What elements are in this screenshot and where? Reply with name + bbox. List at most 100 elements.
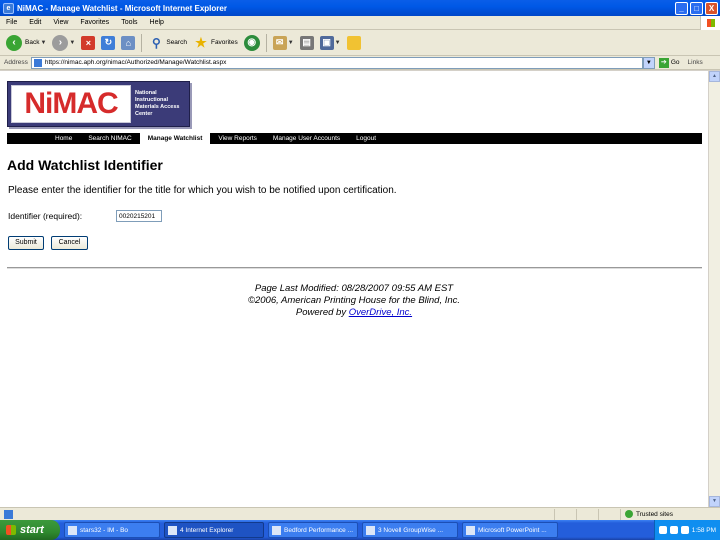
page-icon xyxy=(33,58,42,67)
submit-button[interactable]: Submit xyxy=(8,236,44,250)
trusted-sites-icon xyxy=(625,510,633,518)
security-zone: Trusted sites xyxy=(620,508,720,520)
mail-button[interactable]: ✉ ▼ xyxy=(270,33,297,53)
back-button[interactable]: ‹ Back ▼ xyxy=(3,33,49,53)
powered-by-line: Powered by OverDrive, Inc. xyxy=(0,307,708,319)
windows-logo-icon xyxy=(6,525,16,535)
scroll-up-icon[interactable]: ▲ xyxy=(709,71,720,82)
edit-button[interactable]: ▣ ▼ xyxy=(317,33,344,53)
media-button[interactable]: ◉ xyxy=(241,33,263,53)
taskbar-item-groupwise[interactable]: 3 Novell GroupWise ... xyxy=(362,522,458,538)
go-label: Go xyxy=(670,59,680,66)
maximize-button[interactable]: □ xyxy=(690,1,703,15)
printer-icon: ▤ xyxy=(299,35,314,50)
toolbar-divider xyxy=(141,33,143,52)
page-footer: Page Last Modified: 08/28/2007 09:55 AM … xyxy=(0,283,708,319)
menu-edit[interactable]: Edit xyxy=(23,19,47,26)
menu-favorites[interactable]: Favorites xyxy=(74,19,115,26)
windows-logo-icon xyxy=(700,15,720,30)
site-nav: Home Search NIMAC Manage Watchlist View … xyxy=(7,133,702,144)
refresh-icon: ↻ xyxy=(101,35,116,50)
forward-dropdown-icon[interactable]: ▼ xyxy=(69,40,75,46)
folder-icon xyxy=(346,35,361,50)
overdrive-link[interactable]: OverDrive, Inc. xyxy=(349,307,412,318)
folder-button[interactable] xyxy=(344,33,364,53)
page-status-icon xyxy=(4,509,13,519)
clock[interactable]: 1:58 PM xyxy=(692,527,716,534)
edit-icon: ▣ xyxy=(319,35,334,50)
taskbar-item-label: stars32 - IM - Bo xyxy=(80,526,129,534)
minimize-button[interactable]: _ xyxy=(675,1,688,15)
ie-icon: e xyxy=(3,2,14,14)
copyright-text: ©2006, American Printing House for the B… xyxy=(247,295,461,306)
address-dropdown-icon[interactable]: ▼ xyxy=(642,56,655,69)
star-icon: ★ xyxy=(195,34,207,50)
logo-subtitle: National Instructional Materials Access … xyxy=(135,90,180,117)
media-icon: ◉ xyxy=(243,34,260,51)
status-bar: Trusted sites xyxy=(0,507,720,520)
powerpoint-icon xyxy=(466,525,475,535)
close-button[interactable]: X xyxy=(705,1,718,15)
menu-bar: File Edit View Favorites Tools Help xyxy=(0,15,720,30)
taskbar-item-internet-explorer[interactable]: 4 Internet Explorer xyxy=(164,522,264,538)
back-label: Back xyxy=(25,39,40,46)
scroll-down-icon[interactable]: ▼ xyxy=(709,496,720,507)
search-icon: ⚲ xyxy=(151,35,161,50)
print-button[interactable]: ▤ xyxy=(297,33,317,53)
address-input[interactable]: https://nimac.aph.org/nimac/Authorized/M… xyxy=(30,56,643,69)
address-bar: Address https://nimac.aph.org/nimac/Auth… xyxy=(0,56,720,70)
status-cell xyxy=(576,508,598,520)
edit-dropdown-icon[interactable]: ▼ xyxy=(335,40,341,46)
stop-icon: × xyxy=(81,35,96,50)
home-button[interactable]: ⌂ xyxy=(118,33,138,53)
menu-view[interactable]: View xyxy=(47,19,74,26)
go-button[interactable]: ➔ Go xyxy=(658,57,680,68)
groupwise-icon xyxy=(366,525,375,535)
search-label: Search xyxy=(166,39,187,46)
address-url: https://nimac.aph.org/nimac/Authorized/M… xyxy=(44,59,227,66)
menu-help[interactable]: Help xyxy=(144,19,170,26)
menu-tools[interactable]: Tools xyxy=(115,19,143,26)
page-title: Add Watchlist Identifier xyxy=(7,157,163,173)
taskbar-item-bedford[interactable]: Bedford Performance ... xyxy=(268,522,358,538)
nav-search-nimac[interactable]: Search NIMAC xyxy=(80,133,139,144)
vertical-scrollbar[interactable]: ▲ ▼ xyxy=(708,71,720,507)
nav-manage-user-accounts[interactable]: Manage User Accounts xyxy=(265,133,348,144)
favorites-button[interactable]: ★ Favorites xyxy=(190,33,241,53)
tray-icon[interactable] xyxy=(658,526,667,534)
nav-home[interactable]: Home xyxy=(47,133,80,144)
tray-icon[interactable] xyxy=(669,526,678,534)
search-button[interactable]: ⚲ Search xyxy=(145,33,190,53)
browser-toolbar: ‹ Back ▼ › ▼ × ↻ ⌂ ⚲ Search ★ Favorites … xyxy=(0,30,720,56)
menu-file[interactable]: File xyxy=(0,19,23,26)
mail-dropdown-icon[interactable]: ▼ xyxy=(288,40,294,46)
nav-view-reports[interactable]: View Reports xyxy=(210,133,265,144)
taskbar-item-stars32[interactable]: stars32 - IM - Bo xyxy=(64,522,160,538)
cancel-button[interactable]: Cancel xyxy=(51,236,88,250)
status-cell xyxy=(598,508,620,520)
stop-button[interactable]: × xyxy=(78,33,98,53)
window-title-bar: e NiMAC - Manage Watchlist - Microsoft I… xyxy=(0,0,720,16)
status-cell xyxy=(554,508,576,520)
nav-logout[interactable]: Logout xyxy=(348,133,384,144)
powered-by-text: Powered by xyxy=(295,307,347,318)
refresh-button[interactable]: ↻ xyxy=(98,33,118,53)
tray-icon[interactable] xyxy=(680,526,689,534)
taskbar-item-label: Bedford Performance ... xyxy=(284,526,354,534)
system-tray: 1:58 PM xyxy=(653,520,720,540)
zone-label: Trusted sites xyxy=(636,510,673,518)
taskbar-item-label: 4 Internet Explorer xyxy=(180,526,234,534)
app-icon xyxy=(68,525,77,535)
nav-manage-watchlist[interactable]: Manage Watchlist xyxy=(139,133,211,144)
forward-button[interactable]: › ▼ xyxy=(49,33,78,53)
favorites-label: Favorites xyxy=(210,39,238,46)
taskbar-item-powerpoint[interactable]: Microsoft PowerPoint ... xyxy=(462,522,558,538)
back-arrow-icon: ‹ xyxy=(6,34,22,51)
identifier-label: Identifier (required): xyxy=(8,211,83,221)
back-dropdown-icon[interactable]: ▼ xyxy=(40,40,46,46)
start-button[interactable]: start xyxy=(0,520,60,540)
links-button[interactable]: Links xyxy=(688,59,703,66)
nimac-logo: NiMAC National Instructional Materials A… xyxy=(7,81,190,127)
identifier-input[interactable] xyxy=(116,210,162,222)
start-label: start xyxy=(20,524,44,536)
